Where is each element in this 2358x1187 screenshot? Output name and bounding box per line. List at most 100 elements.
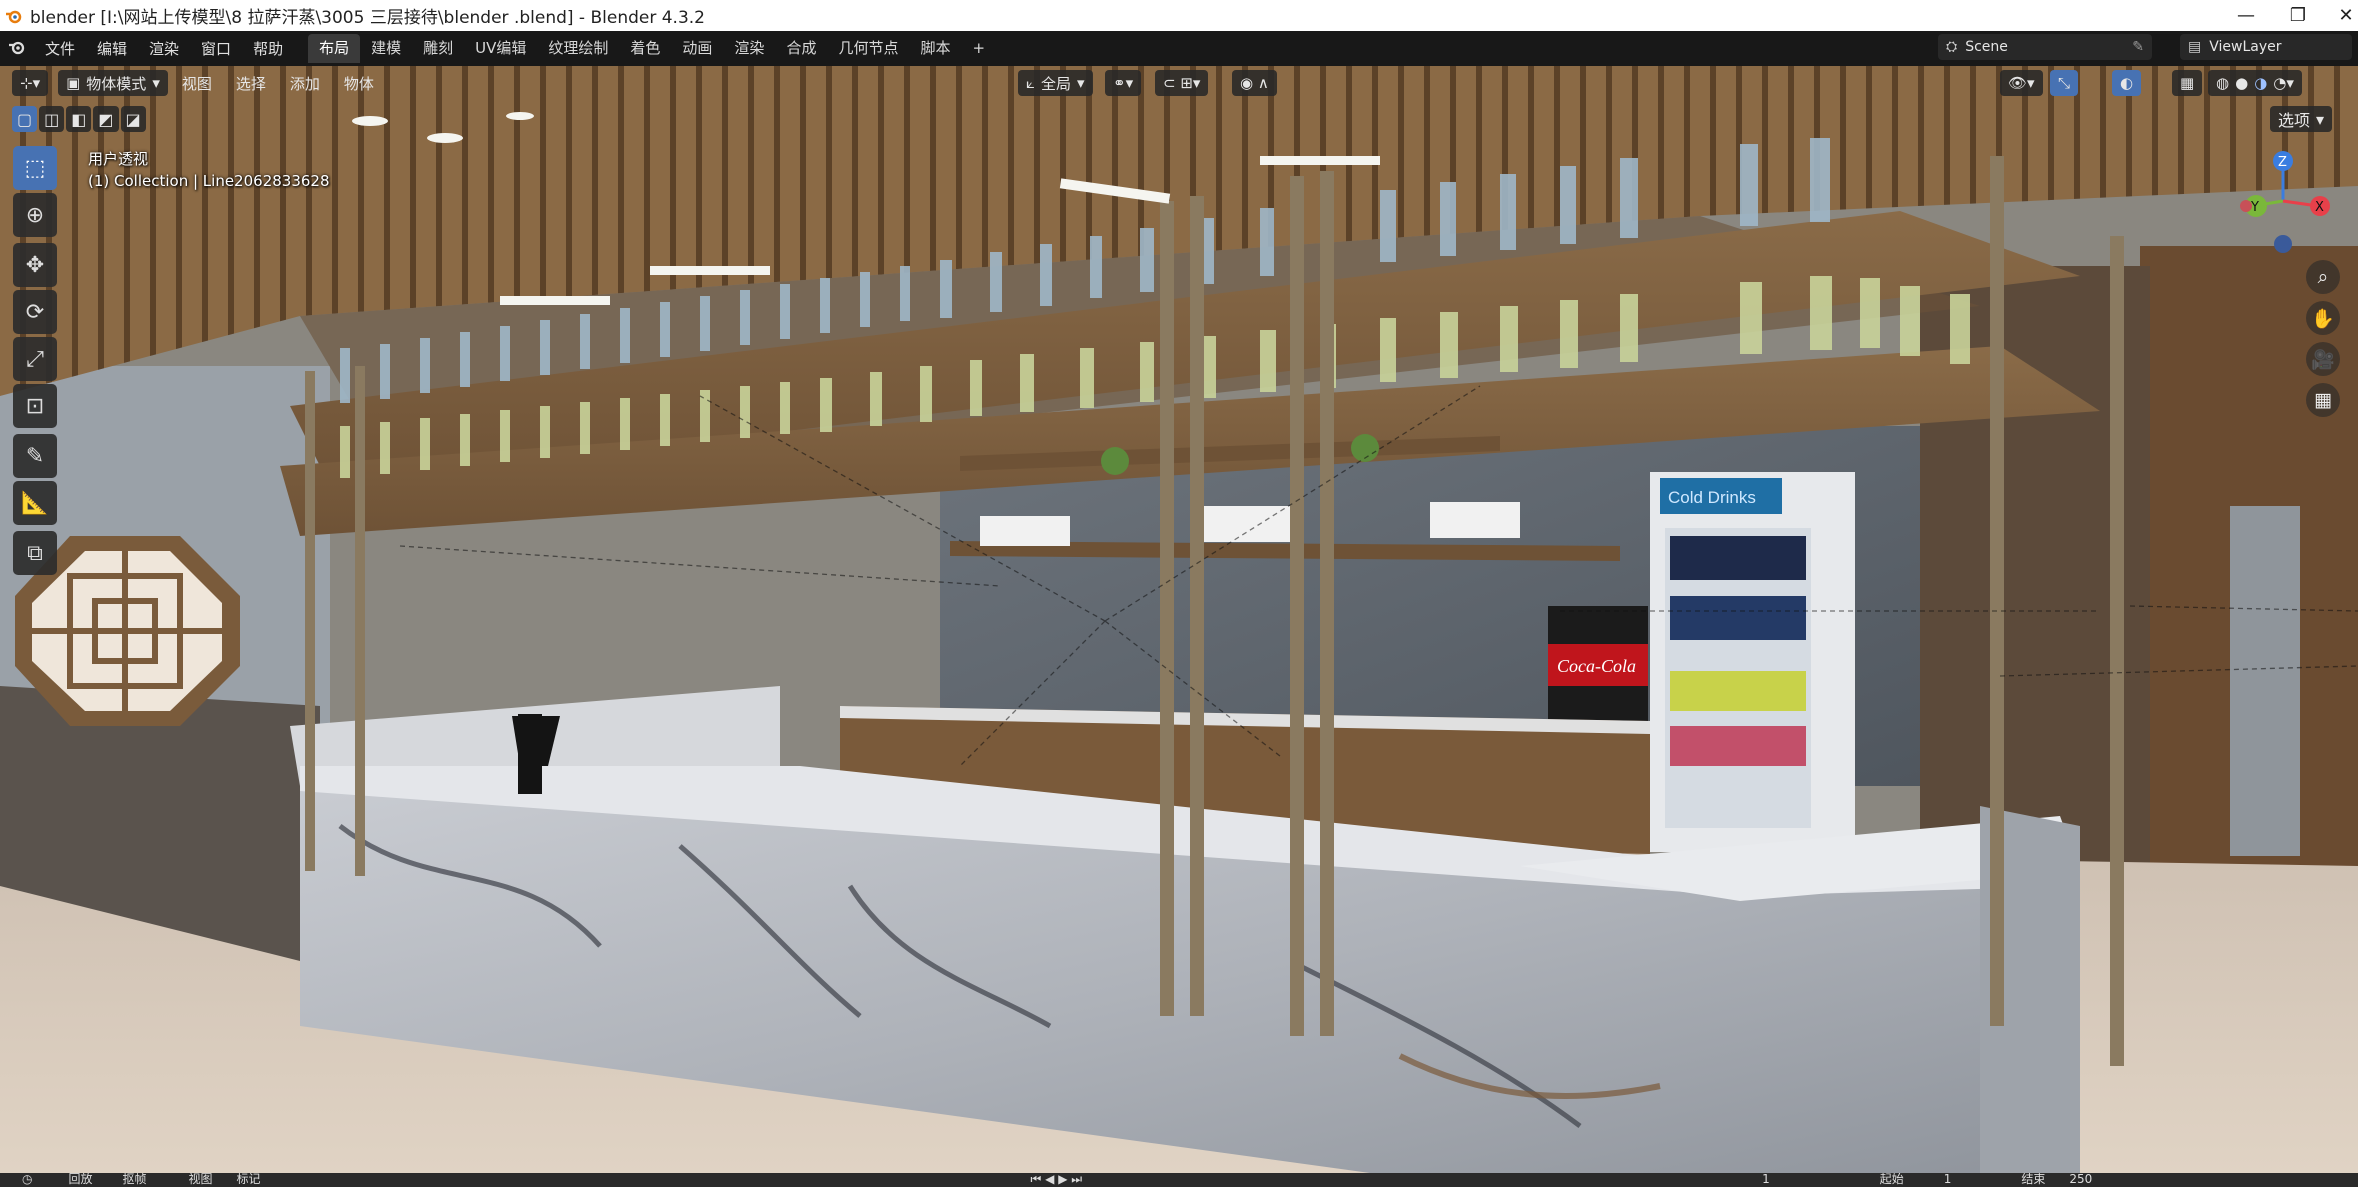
menu-object[interactable]: 物体 — [332, 73, 386, 94]
scale-icon[interactable]: ⤢ — [13, 337, 57, 381]
overlay-icon: ◐ — [2120, 74, 2134, 92]
minimize-button[interactable]: — — [2216, 0, 2276, 31]
select-intersect-icon[interactable]: ◪ — [120, 106, 146, 132]
move-icon[interactable]: ✥ — [13, 243, 57, 287]
mode-label: 物体模式 — [86, 74, 147, 93]
xray-button[interactable]: ▦ — [2172, 70, 2203, 96]
timeline-view-menu[interactable]: 视图 — [189, 1173, 213, 1185]
3d-viewport[interactable]: Cold Drinks Coca-Cola ⊹▾ ▣ 物体模式 ▾ 视图 选择 … — [0, 66, 2358, 1173]
grid-view-icon[interactable]: ▦ — [2306, 383, 2340, 417]
shading-mode-group[interactable]: ◍ ● ◑ ◔▾ — [2208, 70, 2302, 96]
navigation-gizmo[interactable]: Z Y X — [2228, 146, 2338, 256]
timeline-keying-menu[interactable]: 抠帧 — [123, 1173, 147, 1185]
pan-hand-icon[interactable]: ✋ — [2306, 301, 2340, 335]
visibility-button[interactable]: 👁▾ — [2000, 70, 2043, 96]
add-workspace-button[interactable]: + — [961, 34, 996, 63]
magnet-icon: ⊂ ⊞▾ — [1163, 74, 1201, 92]
pivot-point-button[interactable]: ⚭▾ — [1105, 70, 1142, 96]
pin-icon[interactable]: ✎ — [2132, 39, 2144, 55]
timeline-editor-icon[interactable]: ◷ — [22, 1173, 32, 1185]
menu-edit[interactable]: 编辑 — [86, 38, 138, 59]
solid-shading-icon[interactable]: ● — [2235, 74, 2248, 92]
transform-orientation-selector[interactable]: ⟀ 全局 ▾ — [1018, 70, 1093, 96]
end-frame-field[interactable]: 250 — [2069, 1173, 2092, 1185]
end-frame-label: 结束 — [2021, 1173, 2046, 1186]
wireframe-shading-icon[interactable]: ◍ — [2216, 74, 2229, 92]
xray-icon: ▦ — [2180, 74, 2195, 92]
mode-selector[interactable]: ▣ 物体模式 ▾ — [58, 70, 168, 96]
cursor-icon[interactable]: ⊕ — [13, 193, 57, 237]
select-box-icon[interactable]: ⬚ — [13, 146, 57, 190]
start-frame-field[interactable]: 1 — [1944, 1173, 1952, 1185]
object-mode-icon: ▣ — [66, 74, 81, 92]
rendered-shading-icon[interactable]: ◔▾ — [2273, 74, 2294, 92]
chevron-down-icon: ▾ — [1077, 74, 1085, 92]
gizmo-neg-x-axis[interactable] — [2240, 200, 2252, 212]
tab-layout[interactable]: 布局 — [308, 34, 361, 63]
view-layer-selector[interactable]: ▤ ViewLayer — [2180, 34, 2352, 60]
tab-modeling[interactable]: 建模 — [360, 34, 412, 63]
current-frame-field[interactable]: 1 — [1762, 1173, 1770, 1185]
svg-text:Coca-Cola: Coca-Cola — [1557, 656, 1636, 676]
transform-icon[interactable]: ⊡ — [13, 384, 57, 428]
menu-render[interactable]: 渲染 — [138, 38, 190, 59]
timeline-marker-menu[interactable]: 标记 — [237, 1173, 261, 1185]
eye-icon: 👁▾ — [2008, 74, 2035, 92]
menu-help[interactable]: 帮助 — [242, 38, 294, 59]
window-title: blender [I:\网站上传模型\8 拉萨汗蒸\3005 三层接待\blen… — [30, 8, 705, 28]
tab-texture-paint[interactable]: 纹理绘制 — [537, 34, 619, 63]
tab-uv-editing[interactable]: UV编辑 — [464, 34, 537, 63]
scene-icon: ⛭ — [1946, 39, 1958, 55]
tab-sculpting[interactable]: 雕刻 — [412, 34, 464, 63]
gizmo-toggle-button[interactable]: ⤡ — [2050, 70, 2079, 96]
annotate-icon[interactable]: ✎ — [13, 434, 57, 478]
svg-text:X: X — [2315, 200, 2324, 215]
material-shading-icon[interactable]: ◑ — [2254, 74, 2267, 92]
tab-shading[interactable]: 着色 — [619, 34, 671, 63]
close-button[interactable]: ✕ — [2316, 0, 2358, 31]
options-button[interactable]: 选项 ▾ — [2270, 106, 2333, 132]
select-subtract-icon[interactable]: ◧ — [66, 106, 92, 132]
select-extend-icon[interactable]: ◫ — [39, 106, 65, 132]
tab-compositing[interactable]: 合成 — [775, 34, 827, 63]
overlay-toggle-button[interactable]: ◐ — [2112, 70, 2142, 96]
menu-add[interactable]: 添加 — [278, 73, 332, 94]
add-cube-icon[interactable]: ⧉ — [13, 531, 57, 575]
proportional-edit-button[interactable]: ◉ ∧ — [1232, 70, 1277, 96]
svg-text:Cold Drinks: Cold Drinks — [1668, 488, 1756, 507]
tab-rendering[interactable]: 渲染 — [723, 34, 775, 63]
menu-view[interactable]: 视图 — [170, 73, 224, 94]
scene-selector[interactable]: ⛭ Scene ✎ — [1938, 34, 2152, 60]
timeline-playback-menu[interactable]: 回放 — [68, 1173, 92, 1185]
link-icon: ⚭▾ — [1113, 74, 1134, 92]
chevron-down-icon: ▾ — [2316, 109, 2325, 129]
zoom-icon[interactable]: ⌕ — [2306, 260, 2340, 294]
editor-type-button[interactable]: ⊹▾ — [12, 70, 49, 96]
gizmo-neg-z-axis[interactable] — [2274, 235, 2292, 253]
scene-render: Cold Drinks Coca-Cola — [0, 66, 2358, 1173]
tab-animation[interactable]: 动画 — [671, 34, 723, 63]
rotate-icon[interactable]: ⟳ — [13, 290, 57, 334]
orientation-icon: ⟀ — [1026, 74, 1035, 92]
menu-select[interactable]: 选择 — [224, 73, 278, 94]
snap-button[interactable]: ⊂ ⊞▾ — [1155, 70, 1209, 96]
start-frame-label: 起始 — [1879, 1173, 1904, 1186]
measure-icon[interactable]: 📐 — [13, 481, 57, 525]
blender-logo-icon — [0, 0, 28, 31]
view-layer-name: ViewLayer — [2209, 39, 2282, 55]
select-new-icon[interactable]: ▢ — [12, 106, 38, 132]
top-menu-bar: 文件 编辑 渲染 窗口 帮助 布局 建模 雕刻 UV编辑 纹理绘制 着色 动画 … — [0, 31, 2358, 66]
blender-menu-icon[interactable] — [0, 39, 34, 59]
viewport-header: ⊹▾ ▣ 物体模式 ▾ 视图 选择 添加 物体 ⟀ 全局 ▾ ⚭▾ ⊂ ⊞▾ ◉… — [0, 66, 2358, 100]
select-invert-icon[interactable]: ◩ — [93, 106, 119, 132]
camera-view-icon[interactable]: 🎥 — [2306, 342, 2340, 376]
window-title-bar: blender [I:\网站上传模型\8 拉萨汗蒸\3005 三层接待\blen… — [0, 0, 2358, 31]
menu-window[interactable]: 窗口 — [190, 38, 242, 59]
editor-type-icon: ⊹▾ — [20, 74, 41, 92]
playback-controls[interactable]: ⏮ ◀ ▶ ⏭ — [1031, 1173, 1083, 1185]
gizmo-icon: ⤡ — [2058, 74, 2071, 92]
tab-geometry-nodes[interactable]: 几何节点 — [827, 34, 909, 63]
tab-scripting[interactable]: 脚本 — [909, 34, 961, 63]
view-layer-icon: ▤ — [2188, 39, 2202, 55]
menu-file[interactable]: 文件 — [34, 38, 86, 59]
